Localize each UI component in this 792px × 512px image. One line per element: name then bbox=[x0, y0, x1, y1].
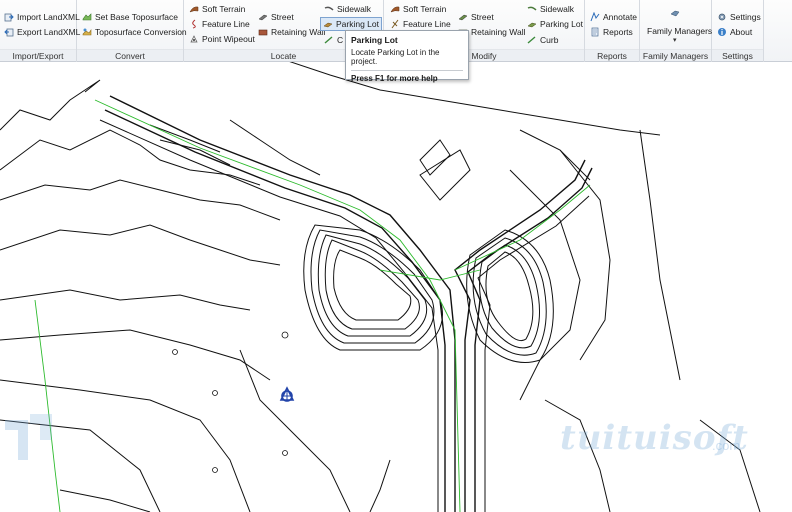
locate-feature-line-label: Feature Line bbox=[202, 19, 250, 29]
tooltip-help: Press F1 for more help bbox=[351, 74, 438, 83]
watermark-logo-icon bbox=[5, 414, 52, 460]
export-icon bbox=[4, 27, 14, 37]
modify-retaining-wall-label: Retaining Wall bbox=[471, 27, 526, 37]
import-landxml-button[interactable]: Import LandXML bbox=[2, 10, 82, 24]
street-icon bbox=[258, 12, 268, 22]
modify-curb-label: Curb bbox=[540, 35, 559, 45]
drawing-canvas[interactable]: tuituisoft .com bbox=[0, 62, 792, 512]
about-button[interactable]: About bbox=[715, 25, 754, 39]
locate-retaining-wall-label: Retaining Wall bbox=[271, 27, 326, 37]
locate-parking-lot-label: Parking Lot bbox=[336, 19, 379, 29]
locate-feature-line-button[interactable]: Feature Line bbox=[187, 17, 252, 31]
modify-soft-terrain-button[interactable]: Soft Terrain bbox=[388, 2, 448, 16]
group-title-reports: Reports bbox=[585, 49, 639, 61]
group-reports: Annotate Reports Reports bbox=[585, 0, 640, 62]
feature-line-icon bbox=[390, 19, 400, 29]
sidewalk-icon bbox=[324, 4, 334, 14]
tooltip-title: Parking Lot bbox=[351, 35, 398, 45]
set-base-toposurface-label: Set Base Toposurface bbox=[95, 12, 179, 22]
annotate-label: Annotate bbox=[603, 12, 638, 22]
modify-sidewalk-button[interactable]: Sidewalk bbox=[525, 2, 576, 16]
chevron-down-icon[interactable]: ▾ bbox=[673, 36, 677, 44]
modify-street-label: Street bbox=[471, 12, 494, 22]
group-title-import-export: Import/Export bbox=[0, 49, 76, 61]
retaining-wall-icon bbox=[258, 27, 268, 37]
soft-terrain-icon bbox=[189, 4, 199, 14]
survey-point-marker bbox=[279, 386, 295, 402]
locate-soft-terrain-button[interactable]: Soft Terrain bbox=[187, 2, 247, 16]
toposurface-convert-icon bbox=[82, 27, 92, 37]
reports-label: Reports bbox=[603, 27, 633, 37]
watermark-suffix: .com bbox=[712, 438, 741, 453]
modify-feature-line-button[interactable]: Feature Line bbox=[388, 17, 453, 31]
export-landxml-button[interactable]: Export LandXML bbox=[2, 25, 82, 39]
tooltip-description: Locate Parking Lot in the project. bbox=[351, 48, 440, 66]
soft-terrain-icon bbox=[390, 4, 400, 14]
import-icon bbox=[4, 12, 14, 22]
parking-lot-icon bbox=[323, 19, 333, 29]
modify-street-button[interactable]: Street bbox=[456, 10, 496, 24]
settings-button[interactable]: Settings bbox=[715, 10, 763, 24]
locate-point-wipeout-button[interactable]: Point Wipeout bbox=[187, 32, 257, 46]
feature-line-icon bbox=[189, 19, 199, 29]
locate-soft-terrain-label: Soft Terrain bbox=[202, 4, 246, 14]
street-icon bbox=[458, 12, 468, 22]
group-settings: Settings About Settings bbox=[712, 0, 764, 62]
locate-street-label: Street bbox=[271, 12, 294, 22]
curb-icon bbox=[527, 35, 537, 45]
report-icon bbox=[590, 27, 600, 37]
about-label: About bbox=[730, 27, 753, 37]
locate-retaining-wall-button[interactable]: Retaining Wall bbox=[256, 25, 328, 39]
modify-sidewalk-label: Sidewalk bbox=[540, 4, 575, 14]
family-managers-label: Family Managers bbox=[647, 26, 713, 36]
group-title-convert: Convert bbox=[77, 49, 183, 61]
locate-sidewalk-label: Sidewalk bbox=[337, 4, 372, 14]
modify-parking-lot-label: Parking Lot bbox=[540, 19, 583, 29]
parking-lot-tooltip: Parking Lot Locate Parking Lot in the pr… bbox=[345, 30, 469, 83]
locate-curb-button[interactable]: C bbox=[322, 33, 345, 47]
group-title-family-managers: Family Managers bbox=[640, 49, 711, 61]
modify-soft-terrain-label: Soft Terrain bbox=[403, 4, 447, 14]
set-base-toposurface-button[interactable]: Set Base Toposurface bbox=[80, 10, 180, 24]
sidewalk-icon bbox=[527, 4, 537, 14]
toposurface-base-icon bbox=[82, 12, 92, 22]
export-landxml-label: Export LandXML bbox=[17, 27, 81, 37]
group-family-managers: Family Managers ▾ Family Managers bbox=[640, 0, 712, 62]
import-landxml-label: Import LandXML bbox=[17, 12, 80, 22]
family-managers-button[interactable]: Family Managers bbox=[645, 24, 714, 38]
family-manager-icon bbox=[670, 8, 680, 18]
parking-lot-icon bbox=[527, 19, 537, 29]
modify-curb-button[interactable]: Curb bbox=[525, 33, 560, 47]
toposurface-conversion-label: Toposurface Conversion bbox=[95, 27, 187, 37]
tooltip-divider bbox=[351, 70, 463, 71]
curb-icon bbox=[324, 35, 334, 45]
toposurface-conversion-button[interactable]: Toposurface Conversion bbox=[80, 25, 189, 39]
annotate-icon bbox=[590, 12, 600, 22]
modify-parking-lot-button[interactable]: Parking Lot bbox=[525, 17, 585, 31]
group-import-export: Import LandXML Export LandXML Import/Exp… bbox=[0, 0, 80, 62]
point-wipeout-icon bbox=[189, 34, 199, 44]
modify-feature-line-label: Feature Line bbox=[403, 19, 451, 29]
gear-icon bbox=[717, 12, 727, 22]
locate-curb-label: C bbox=[337, 35, 344, 45]
locate-sidewalk-button[interactable]: Sidewalk bbox=[322, 2, 373, 16]
info-icon bbox=[717, 27, 727, 37]
group-convert: Set Base Toposurface Toposurface Convers… bbox=[77, 0, 187, 62]
locate-point-wipeout-label: Point Wipeout bbox=[202, 34, 255, 44]
reports-button[interactable]: Reports bbox=[588, 25, 635, 39]
annotate-button[interactable]: Annotate bbox=[588, 10, 639, 24]
settings-label: Settings bbox=[730, 12, 761, 22]
group-title-settings: Settings bbox=[712, 49, 763, 61]
locate-street-button[interactable]: Street bbox=[256, 10, 296, 24]
locate-parking-lot-button[interactable]: Parking Lot bbox=[320, 17, 382, 31]
